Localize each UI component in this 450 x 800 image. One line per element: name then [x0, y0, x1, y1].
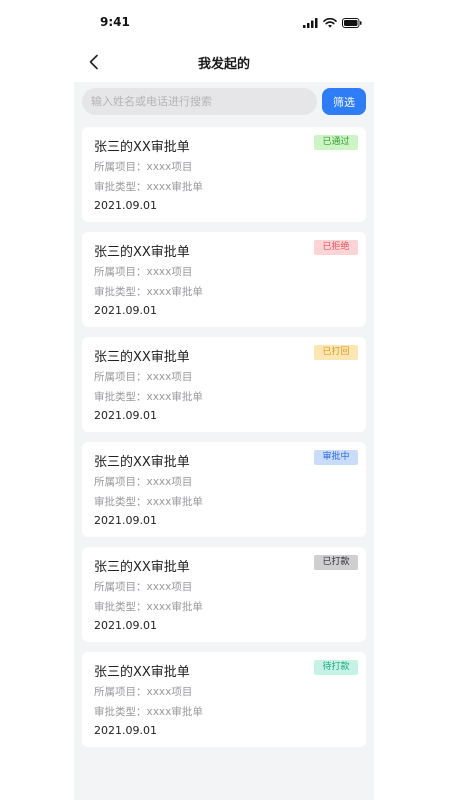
card-title: 张三的XX审批单	[94, 245, 190, 260]
project-value: xxxx项目	[146, 476, 193, 488]
approval-card[interactable]: 张三的XX审批单 已打回 所属项目：xxxx项目 审批类型：xxxx审批单 2021.0…	[82, 337, 366, 432]
type-value: xxxx审批单	[146, 496, 203, 508]
project-label: 所属项目：	[94, 371, 147, 383]
card-title: 张三的XX审批单	[94, 665, 190, 680]
wifi-icon	[323, 18, 337, 28]
project-line: 所属项目：xxxx项目	[94, 264, 192, 279]
project-line: 所属项目：xxxx项目	[94, 579, 192, 594]
project-value: xxxx项目	[146, 161, 193, 173]
project-value: xxxx项目	[146, 686, 193, 698]
card-title: 张三的XX审批单	[94, 350, 190, 365]
approval-card[interactable]: 张三的XX审批单 已打款 所属项目：xxxx项目 审批类型：xxxx审批单 2021.0…	[82, 547, 366, 642]
project-label: 所属项目：	[94, 581, 147, 593]
card-date: 2021.09.01	[94, 199, 157, 212]
status-badge: 审批中	[314, 450, 358, 465]
approval-card[interactable]: 张三的XX审批单 已通过 所属项目：xxxx项目 审批类型：xxxx审批单 2021.0…	[82, 127, 366, 222]
filter-button[interactable]: 筛选	[322, 88, 366, 115]
card-date: 2021.09.01	[94, 619, 157, 632]
card-title: 张三的XX审批单	[94, 455, 190, 470]
project-value: xxxx项目	[146, 581, 193, 593]
project-value: xxxx项目	[146, 371, 193, 383]
project-value: xxxx项目	[146, 266, 193, 278]
battery-icon	[342, 18, 362, 28]
project-label: 所属项目：	[94, 476, 147, 488]
status-badge: 已拒绝	[314, 240, 358, 255]
project-line: 所属项目：xxxx项目	[94, 369, 192, 384]
status-time: 9:41	[100, 15, 130, 29]
project-line: 所属项目：xxxx项目	[94, 684, 192, 699]
type-line: 审批类型：xxxx审批单	[94, 494, 203, 509]
status-badge: 已通过	[314, 135, 358, 150]
status-badge: 待打款	[314, 660, 358, 675]
nav-bar: 我发起的	[74, 42, 374, 82]
approval-list: 张三的XX审批单 已通过 所属项目：xxxx项目 审批类型：xxxx审批单 2021.0…	[82, 127, 366, 757]
type-line: 审批类型：xxxx审批单	[94, 284, 203, 299]
signal-icon	[303, 18, 318, 28]
type-label: 审批类型：	[94, 286, 147, 298]
card-date: 2021.09.01	[94, 304, 157, 317]
project-line: 所属项目：xxxx项目	[94, 474, 192, 489]
page-title: 我发起的	[197, 57, 250, 72]
type-line: 审批类型：xxxx审批单	[94, 704, 203, 719]
type-value: xxxx审批单	[146, 391, 203, 403]
card-title: 张三的XX审批单	[94, 560, 190, 575]
type-label: 审批类型：	[94, 601, 147, 613]
approval-card[interactable]: 张三的XX审批单 审批中 所属项目：xxxx项目 审批类型：xxxx审批单 2021.0…	[82, 442, 366, 537]
search-bar: 筛选	[74, 82, 374, 126]
card-title: 张三的XX审批单	[94, 140, 190, 155]
type-line: 审批类型：xxxx审批单	[94, 599, 203, 614]
approval-card[interactable]: 张三的XX审批单 已拒绝 所属项目：xxxx项目 审批类型：xxxx审批单 2021.0…	[82, 232, 366, 327]
type-label: 审批类型：	[94, 181, 147, 193]
card-date: 2021.09.01	[94, 409, 157, 422]
status-badge: 已打款	[314, 555, 358, 570]
search-input[interactable]	[82, 88, 317, 115]
project-line: 所属项目：xxxx项目	[94, 159, 192, 174]
type-label: 审批类型：	[94, 391, 147, 403]
project-label: 所属项目：	[94, 686, 147, 698]
card-date: 2021.09.01	[94, 724, 157, 737]
type-value: xxxx审批单	[146, 706, 203, 718]
type-line: 审批类型：xxxx审批单	[94, 179, 203, 194]
type-value: xxxx审批单	[146, 286, 203, 298]
status-bar: 9:41	[74, 6, 374, 42]
type-value: xxxx审批单	[146, 181, 203, 193]
approval-card[interactable]: 张三的XX审批单 待打款 所属项目：xxxx项目 审批类型：xxxx审批单 2021.0…	[82, 652, 366, 747]
type-label: 审批类型：	[94, 706, 147, 718]
type-value: xxxx审批单	[146, 601, 203, 613]
project-label: 所属项目：	[94, 161, 147, 173]
status-badge: 已打回	[314, 345, 358, 360]
project-label: 所属项目：	[94, 266, 147, 278]
type-label: 审批类型：	[94, 496, 147, 508]
phone-screen: 9:41 我发起的 输入姓名或电话进行搜索 筛选 张三的XX审批单 已通过 所属…	[74, 6, 374, 800]
status-icons	[303, 17, 362, 29]
card-date: 2021.09.01	[94, 514, 157, 527]
type-line: 审批类型：xxxx审批单	[94, 389, 203, 404]
